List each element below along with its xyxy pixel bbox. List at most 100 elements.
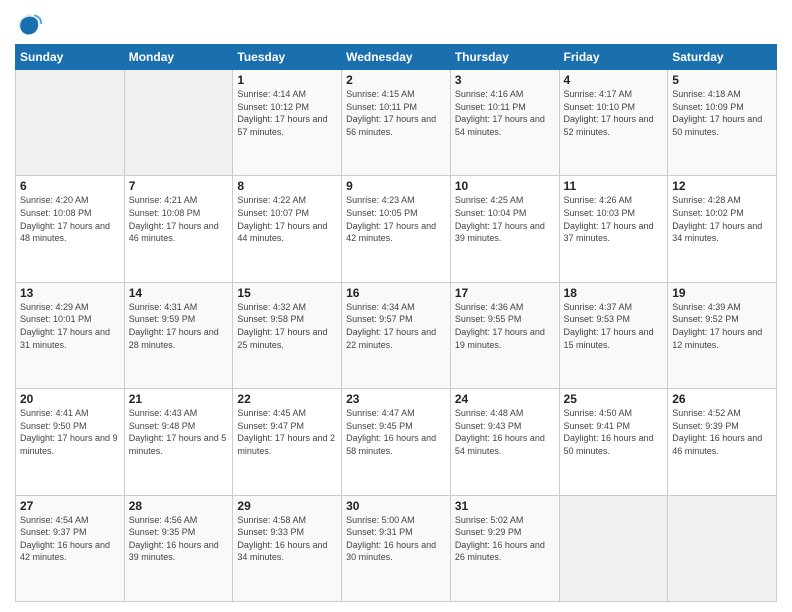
day-number: 8: [237, 179, 337, 193]
day-number: 12: [672, 179, 772, 193]
day-number: 15: [237, 286, 337, 300]
col-header-thursday: Thursday: [450, 45, 559, 70]
day-info: Sunrise: 4:56 AMSunset: 9:35 PMDaylight:…: [129, 514, 229, 564]
day-info: Sunrise: 4:21 AMSunset: 10:08 PMDaylight…: [129, 194, 229, 244]
day-cell: 3Sunrise: 4:16 AMSunset: 10:11 PMDayligh…: [450, 70, 559, 176]
day-number: 1: [237, 73, 337, 87]
day-cell: 30Sunrise: 5:00 AMSunset: 9:31 PMDayligh…: [342, 495, 451, 601]
day-info: Sunrise: 4:48 AMSunset: 9:43 PMDaylight:…: [455, 407, 555, 457]
day-number: 21: [129, 392, 229, 406]
day-cell: 21Sunrise: 4:43 AMSunset: 9:48 PMDayligh…: [124, 389, 233, 495]
day-cell: 9Sunrise: 4:23 AMSunset: 10:05 PMDayligh…: [342, 176, 451, 282]
day-info: Sunrise: 4:18 AMSunset: 10:09 PMDaylight…: [672, 88, 772, 138]
day-cell: 16Sunrise: 4:34 AMSunset: 9:57 PMDayligh…: [342, 282, 451, 388]
col-header-sunday: Sunday: [16, 45, 125, 70]
day-number: 24: [455, 392, 555, 406]
calendar-table: SundayMondayTuesdayWednesdayThursdayFrid…: [15, 44, 777, 602]
day-info: Sunrise: 4:16 AMSunset: 10:11 PMDaylight…: [455, 88, 555, 138]
week-row-5: 27Sunrise: 4:54 AMSunset: 9:37 PMDayligh…: [16, 495, 777, 601]
day-number: 6: [20, 179, 120, 193]
day-number: 9: [346, 179, 446, 193]
day-info: Sunrise: 4:23 AMSunset: 10:05 PMDaylight…: [346, 194, 446, 244]
day-info: Sunrise: 4:14 AMSunset: 10:12 PMDaylight…: [237, 88, 337, 138]
col-header-saturday: Saturday: [668, 45, 777, 70]
day-info: Sunrise: 4:54 AMSunset: 9:37 PMDaylight:…: [20, 514, 120, 564]
day-cell: 5Sunrise: 4:18 AMSunset: 10:09 PMDayligh…: [668, 70, 777, 176]
day-cell: 31Sunrise: 5:02 AMSunset: 9:29 PMDayligh…: [450, 495, 559, 601]
day-cell: 13Sunrise: 4:29 AMSunset: 10:01 PMDaylig…: [16, 282, 125, 388]
day-info: Sunrise: 4:34 AMSunset: 9:57 PMDaylight:…: [346, 301, 446, 351]
day-info: Sunrise: 4:50 AMSunset: 9:41 PMDaylight:…: [564, 407, 664, 457]
day-info: Sunrise: 4:31 AMSunset: 9:59 PMDaylight:…: [129, 301, 229, 351]
day-cell: 12Sunrise: 4:28 AMSunset: 10:02 PMDaylig…: [668, 176, 777, 282]
day-number: 11: [564, 179, 664, 193]
week-row-3: 13Sunrise: 4:29 AMSunset: 10:01 PMDaylig…: [16, 282, 777, 388]
day-info: Sunrise: 4:29 AMSunset: 10:01 PMDaylight…: [20, 301, 120, 351]
day-cell: 20Sunrise: 4:41 AMSunset: 9:50 PMDayligh…: [16, 389, 125, 495]
day-cell: 27Sunrise: 4:54 AMSunset: 9:37 PMDayligh…: [16, 495, 125, 601]
day-number: 7: [129, 179, 229, 193]
day-info: Sunrise: 4:45 AMSunset: 9:47 PMDaylight:…: [237, 407, 337, 457]
day-number: 18: [564, 286, 664, 300]
day-number: 20: [20, 392, 120, 406]
day-info: Sunrise: 4:28 AMSunset: 10:02 PMDaylight…: [672, 194, 772, 244]
day-info: Sunrise: 4:37 AMSunset: 9:53 PMDaylight:…: [564, 301, 664, 351]
day-number: 28: [129, 499, 229, 513]
day-info: Sunrise: 5:02 AMSunset: 9:29 PMDaylight:…: [455, 514, 555, 564]
col-header-tuesday: Tuesday: [233, 45, 342, 70]
day-info: Sunrise: 4:58 AMSunset: 9:33 PMDaylight:…: [237, 514, 337, 564]
day-cell: 29Sunrise: 4:58 AMSunset: 9:33 PMDayligh…: [233, 495, 342, 601]
day-number: 25: [564, 392, 664, 406]
day-cell: 17Sunrise: 4:36 AMSunset: 9:55 PMDayligh…: [450, 282, 559, 388]
day-cell: 6Sunrise: 4:20 AMSunset: 10:08 PMDayligh…: [16, 176, 125, 282]
calendar-header-row: SundayMondayTuesdayWednesdayThursdayFrid…: [16, 45, 777, 70]
day-number: 30: [346, 499, 446, 513]
day-number: 19: [672, 286, 772, 300]
day-cell: [559, 495, 668, 601]
day-info: Sunrise: 4:32 AMSunset: 9:58 PMDaylight:…: [237, 301, 337, 351]
day-number: 29: [237, 499, 337, 513]
day-number: 16: [346, 286, 446, 300]
day-cell: [16, 70, 125, 176]
day-number: 27: [20, 499, 120, 513]
col-header-friday: Friday: [559, 45, 668, 70]
day-cell: 25Sunrise: 4:50 AMSunset: 9:41 PMDayligh…: [559, 389, 668, 495]
day-cell: 18Sunrise: 4:37 AMSunset: 9:53 PMDayligh…: [559, 282, 668, 388]
week-row-2: 6Sunrise: 4:20 AMSunset: 10:08 PMDayligh…: [16, 176, 777, 282]
day-cell: 15Sunrise: 4:32 AMSunset: 9:58 PMDayligh…: [233, 282, 342, 388]
logo-icon: [15, 10, 43, 38]
day-number: 14: [129, 286, 229, 300]
day-number: 13: [20, 286, 120, 300]
day-cell: 26Sunrise: 4:52 AMSunset: 9:39 PMDayligh…: [668, 389, 777, 495]
day-info: Sunrise: 4:15 AMSunset: 10:11 PMDaylight…: [346, 88, 446, 138]
day-info: Sunrise: 4:17 AMSunset: 10:10 PMDaylight…: [564, 88, 664, 138]
day-cell: 7Sunrise: 4:21 AMSunset: 10:08 PMDayligh…: [124, 176, 233, 282]
day-number: 3: [455, 73, 555, 87]
day-number: 22: [237, 392, 337, 406]
day-cell: 10Sunrise: 4:25 AMSunset: 10:04 PMDaylig…: [450, 176, 559, 282]
day-info: Sunrise: 4:39 AMSunset: 9:52 PMDaylight:…: [672, 301, 772, 351]
day-cell: 2Sunrise: 4:15 AMSunset: 10:11 PMDayligh…: [342, 70, 451, 176]
day-cell: 1Sunrise: 4:14 AMSunset: 10:12 PMDayligh…: [233, 70, 342, 176]
day-info: Sunrise: 4:52 AMSunset: 9:39 PMDaylight:…: [672, 407, 772, 457]
day-cell: 19Sunrise: 4:39 AMSunset: 9:52 PMDayligh…: [668, 282, 777, 388]
day-number: 4: [564, 73, 664, 87]
day-cell: 28Sunrise: 4:56 AMSunset: 9:35 PMDayligh…: [124, 495, 233, 601]
day-cell: 22Sunrise: 4:45 AMSunset: 9:47 PMDayligh…: [233, 389, 342, 495]
col-header-monday: Monday: [124, 45, 233, 70]
day-number: 5: [672, 73, 772, 87]
day-number: 17: [455, 286, 555, 300]
day-info: Sunrise: 4:25 AMSunset: 10:04 PMDaylight…: [455, 194, 555, 244]
day-number: 2: [346, 73, 446, 87]
day-cell: 4Sunrise: 4:17 AMSunset: 10:10 PMDayligh…: [559, 70, 668, 176]
day-cell: 14Sunrise: 4:31 AMSunset: 9:59 PMDayligh…: [124, 282, 233, 388]
day-info: Sunrise: 4:47 AMSunset: 9:45 PMDaylight:…: [346, 407, 446, 457]
day-cell: [668, 495, 777, 601]
day-cell: 11Sunrise: 4:26 AMSunset: 10:03 PMDaylig…: [559, 176, 668, 282]
day-cell: [124, 70, 233, 176]
day-info: Sunrise: 4:43 AMSunset: 9:48 PMDaylight:…: [129, 407, 229, 457]
logo: [15, 10, 47, 38]
day-cell: 23Sunrise: 4:47 AMSunset: 9:45 PMDayligh…: [342, 389, 451, 495]
day-info: Sunrise: 4:22 AMSunset: 10:07 PMDaylight…: [237, 194, 337, 244]
day-number: 31: [455, 499, 555, 513]
